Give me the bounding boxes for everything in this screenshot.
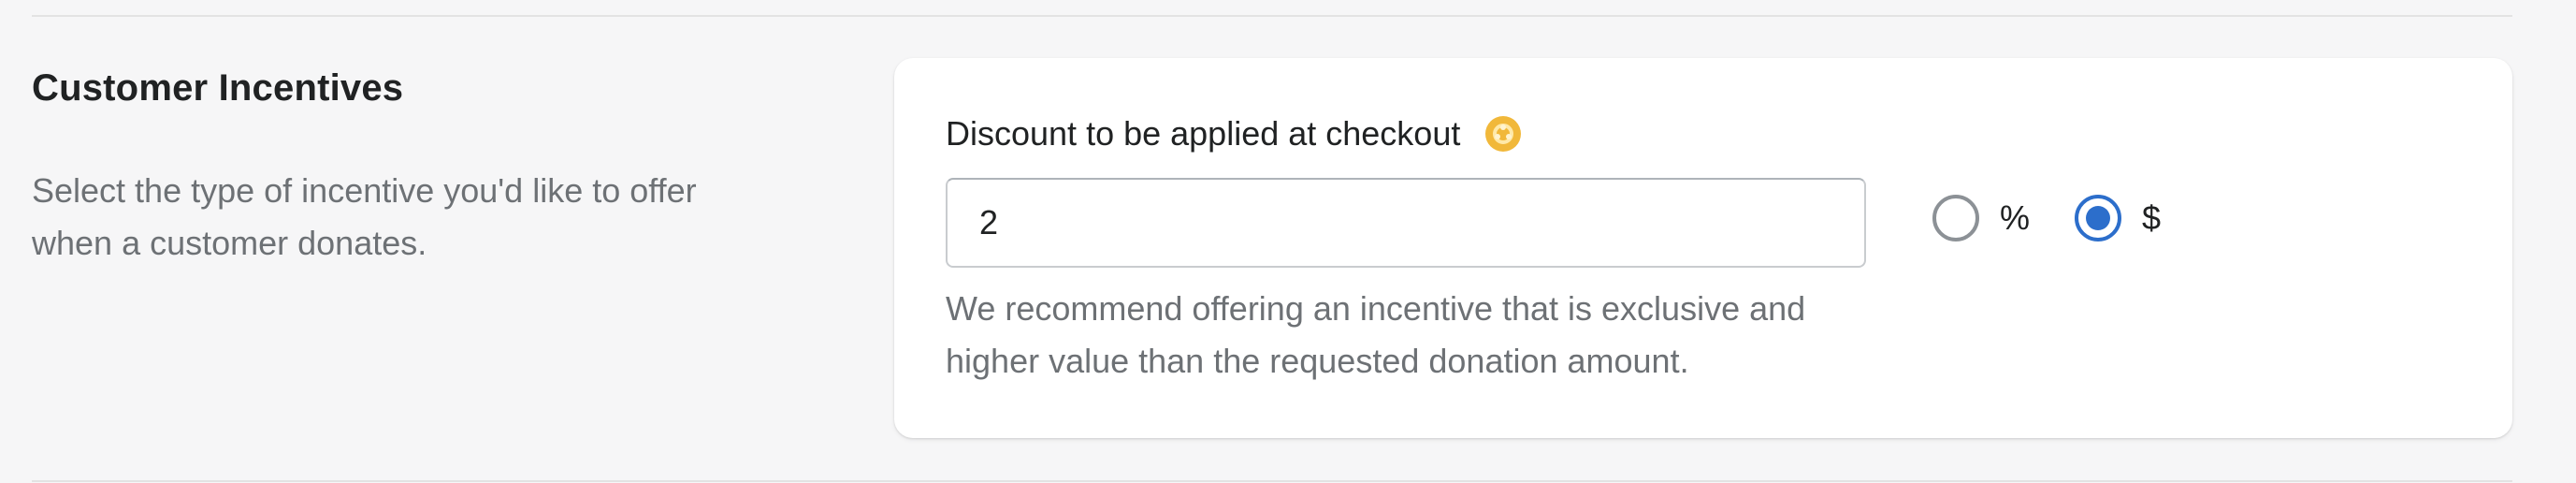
- radio-option-dollar[interactable]: $: [2075, 195, 2161, 242]
- discount-label: Discount to be applied at checkout: [946, 114, 1461, 153]
- dollar-radio[interactable]: [2075, 195, 2121, 242]
- discount-amount-input[interactable]: [946, 178, 1866, 268]
- discount-card: Discount to be applied at checkout We re…: [894, 58, 2512, 438]
- section-description: Select the type of incentive you'd like …: [32, 171, 697, 262]
- percent-radio-label[interactable]: %: [2000, 198, 2030, 238]
- section-title: Customer Incentives: [32, 67, 404, 109]
- percent-radio[interactable]: [1932, 195, 1979, 242]
- help-circle-icon[interactable]: [1484, 115, 1522, 153]
- discount-label-row: Discount to be applied at checkout: [946, 114, 1522, 154]
- radio-option-percent[interactable]: %: [1932, 195, 2030, 242]
- discount-help-text: We recommend offering an incentive that …: [946, 289, 1806, 380]
- bottom-divider: [32, 480, 2512, 482]
- top-divider: [32, 15, 2512, 17]
- dollar-radio-label[interactable]: $: [2142, 198, 2161, 238]
